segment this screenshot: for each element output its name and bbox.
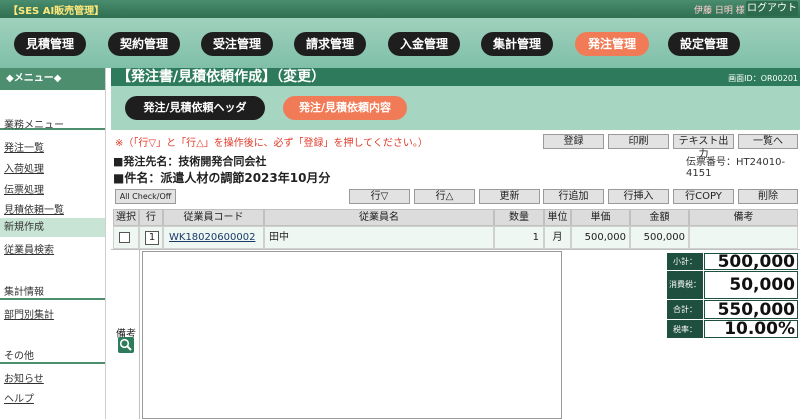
page-title: 【発注書/見積依頼作成】（変更） [117,69,326,85]
amount-cell: 500,000 [630,226,689,249]
col-header-select: 選択 [113,209,139,226]
row-down-button[interactable]: 行▽ [349,189,410,204]
table-row [113,226,139,249]
sidebar-item-receiving[interactable]: 入荷処理 [4,160,44,175]
update-button[interactable]: 更新 [479,189,540,204]
notice-text: ※（「行▽」と「行△」を操作後に、必ず「登録」を押してください。） [115,138,428,149]
col-header-unit: 単位 [544,209,571,226]
col-header-unit-price: 単価 [571,209,630,226]
back-to-list-button[interactable]: 一覧へ [738,134,798,149]
app-title: 【SES AI販売管理】 [8,6,105,17]
remarks-cell [689,226,798,249]
col-header-amount: 金額 [630,209,689,226]
sidebar-item-dept-summary[interactable]: 部門別集計 [4,306,54,321]
menu-header: ◆メニュー◆ [0,68,105,90]
tax-value: 50,000 [704,271,798,299]
col-header-line: 行 [139,209,163,226]
col-header-employee-name: 従業員名 [264,209,494,226]
row-line-cell: 1 [139,226,163,249]
register-button[interactable]: 登録 [543,134,604,149]
section-other: その他 [0,347,105,364]
magnifier-icon [119,338,132,351]
col-header-quantity: 数量 [494,209,544,226]
nav-summary[interactable]: 集計管理 [481,32,553,56]
nav-order-receive[interactable]: 受注管理 [201,32,273,56]
col-header-remarks: 備考 [689,209,798,226]
sidebar: ◆メニュー◆ 業務メニュー 発注一覧 入荷処理 伝票処理 見積依頼一覧 新規作成… [0,68,106,419]
sidebar-item-new[interactable]: 新規作成 [0,218,105,237]
order-subject: ■件名：派遣人材の調節2023年10月分 [113,171,331,185]
insert-row-button[interactable]: 行挿入 [608,189,669,204]
sidebar-item-order-list[interactable]: 発注一覧 [4,139,44,154]
all-check-button[interactable]: All Check/Off [115,189,176,204]
user-name: 伊藤 日明 様 [694,6,745,16]
order-destination: ■発注先名：技術開発合同会社 [113,155,267,168]
tab-order-header[interactable]: 発注/見積依頼ヘッダ [125,96,265,120]
col-header-employee-code: 従業員コード [163,209,264,226]
add-row-button[interactable]: 行追加 [543,189,604,204]
nav-purchase-order[interactable]: 発注管理 [575,32,649,56]
employee-code-link[interactable]: WK18020600002 [163,226,264,249]
row-up-button[interactable]: 行△ [414,189,475,204]
nav-contract[interactable]: 契約管理 [108,32,180,56]
sidebar-item-employee-search[interactable]: 従業員検索 [4,241,54,256]
unit-cell: 月 [544,226,571,249]
top-bar: 【SES AI販売管理】 伊藤 日明 様 ログアウト [0,0,800,18]
sidebar-item-slip[interactable]: 伝票処理 [4,181,44,196]
remarks-zoom-button[interactable] [118,337,134,353]
quantity-cell: 1 [494,226,544,249]
unit-price-cell: 500,000 [571,226,630,249]
nav-settings[interactable]: 設定管理 [668,32,740,56]
print-button[interactable]: 印刷 [608,134,669,149]
section-business-menu: 業務メニュー [0,116,105,131]
employee-name-cell: 田中 [264,226,494,249]
logout-button[interactable]: ログアウト [746,1,798,16]
section-summary-info: 集計情報 [0,283,105,300]
page-title-bar: 【発注書/見積依頼作成】（変更） 画面ID：OR00201 [111,68,800,86]
sub-tabs: 発注/見積依頼ヘッダ 発注/見積依頼内容 [111,86,800,130]
subtotal-value: 500,000 [704,252,798,272]
main-nav: 見積管理 契約管理 受注管理 請求管理 入金管理 集計管理 発注管理 設定管理 [0,18,800,68]
tax-rate-value: 10.00% [704,319,798,339]
divider [111,249,800,250]
sidebar-item-help[interactable]: ヘルプ [4,390,34,405]
subtotal-label: 小計： [667,253,703,270]
remarks-textarea[interactable] [142,251,562,419]
tab-order-content[interactable]: 発注/見積依頼内容 [283,96,407,120]
tax-rate-label: 税率： [667,320,703,338]
delete-button[interactable]: 削除 [738,189,798,204]
divider [139,250,140,419]
total-label: 合計： [667,300,703,319]
row-line-input[interactable]: 1 [145,231,159,245]
nav-estimate[interactable]: 見積管理 [14,32,86,56]
nav-payment[interactable]: 入金管理 [388,32,460,56]
sidebar-item-news[interactable]: お知らせ [4,370,44,385]
screen-id: 画面ID：OR00201 [728,74,798,83]
row-select-checkbox[interactable] [119,232,130,243]
slip-number: 伝票番号：HT24010-4151 [686,157,786,179]
nav-billing[interactable]: 請求管理 [294,32,366,56]
copy-row-button[interactable]: 行COPY [673,189,734,204]
text-export-button[interactable]: テキスト出力 [673,134,734,160]
sidebar-item-estimate-request-list[interactable]: 見積依頼一覧 [4,201,64,216]
tax-label: 消費税： [667,271,703,299]
total-value: 550,000 [704,300,798,320]
